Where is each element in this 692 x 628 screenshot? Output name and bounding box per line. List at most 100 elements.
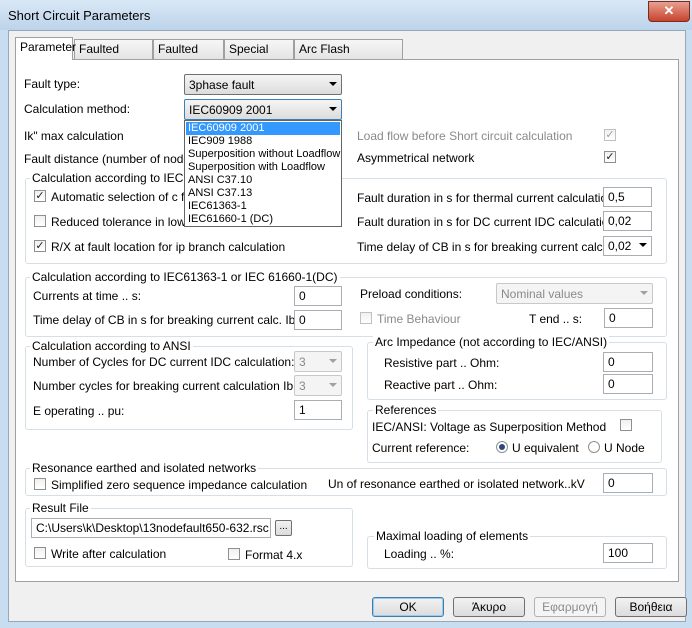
simplified-zero-seq-checkbox[interactable] — [34, 478, 46, 490]
dropdown-option-superposition-without-loadflow[interactable]: Superposition without Loadflow — [186, 148, 340, 161]
thermal-duration-input[interactable]: 0,5 — [603, 187, 652, 207]
asymmetrical-label: Asymmetrical network — [357, 151, 475, 165]
superposition-checkbox[interactable] — [620, 419, 632, 431]
resistive-label: Resistive part .. Ohm: — [384, 356, 500, 370]
reduced-tolerance-label: Reduced tolerance in low-vo — [51, 215, 203, 229]
cycles-dc-select[interactable]: 3 — [294, 351, 342, 372]
asymmetrical-checkbox[interactable]: ✓ — [604, 151, 616, 163]
chevron-down-icon — [639, 243, 647, 247]
preload-value: Nominal values — [501, 287, 584, 301]
iec61363-cb-delay-label: Time delay of CB in s for breaking curre… — [33, 313, 299, 327]
reduced-tolerance-checkbox[interactable] — [34, 215, 46, 227]
dropdown-option-iec61363-1[interactable]: IEC61363-1 — [186, 200, 340, 213]
fault-type-select[interactable]: 3phase fault — [184, 74, 342, 95]
un-resonance-label: Un of resonance earthed or isolated netw… — [328, 477, 585, 491]
arc-impedance-group-title: Arc Impedance (not according to IEC/ANSI… — [373, 335, 610, 349]
ik-max-label: Ik" max calculation — [24, 129, 124, 143]
resonance-group-title: Resonance earthed and isolated networks — [30, 461, 259, 475]
chevron-down-icon — [640, 291, 648, 295]
dropdown-option-iec909-1988[interactable]: IEC909 1988 — [186, 135, 340, 148]
dropdown-option-superposition-with-loadflow[interactable]: Superposition with Loadflow — [186, 161, 340, 174]
dc-duration-input[interactable]: 0,02 — [603, 211, 652, 231]
simplified-zero-seq-label: Simplified zero sequence impedance calcu… — [51, 478, 308, 492]
rx-fault-checkbox[interactable]: ✓ — [34, 240, 46, 252]
u-equivalent-label: U equivalent — [512, 441, 579, 455]
tab-arc-flash[interactable]: Arc Flash Calculation — [294, 39, 403, 75]
superposition-label: IEC/ANSI: Voltage as Superposition Metho… — [372, 420, 607, 434]
iec61363-cb-delay-input[interactable]: 0 — [294, 310, 342, 330]
dropdown-option-iec61660-1-dc[interactable]: IEC61660-1 (DC) — [186, 213, 340, 226]
tab-special-fault[interactable]: Special fault — [224, 39, 294, 75]
e-operating-label: E operating .. pu: — [33, 404, 125, 418]
thermal-duration-label: Fault duration in s for thermal current … — [357, 191, 618, 205]
time-behaviour-label: Time Behaviour — [377, 312, 461, 326]
ansi-group-title: Calculation according to ANSI — [30, 339, 193, 353]
fault-type-label: Fault type: — [24, 77, 81, 91]
title-bar: Short Circuit Parameters — [0, 0, 692, 30]
cycles-break-label: Number cycles for breaking current calcu… — [33, 379, 297, 393]
load-flow-checkbox[interactable]: ✓ — [604, 129, 616, 141]
ok-button[interactable]: OK — [372, 597, 444, 617]
cycles-break-select[interactable]: 3 — [294, 375, 342, 396]
currents-at-time-input[interactable]: 0 — [294, 286, 342, 306]
calc-method-dropdown-list: IEC60909 2001 IEC909 1988 Superposition … — [184, 120, 342, 227]
calc-method-label: Calculation method: — [24, 102, 131, 116]
close-button[interactable]: ✕ — [648, 1, 690, 22]
chevron-down-icon — [329, 82, 337, 86]
cb-delay-value: 0,02 — [608, 239, 632, 253]
u-node-radio[interactable] — [588, 441, 600, 453]
references-group-title: References — [373, 403, 439, 417]
u-equivalent-radio[interactable] — [496, 441, 508, 453]
time-behaviour-checkbox[interactable] — [360, 312, 372, 324]
t-end-input[interactable]: 0 — [604, 308, 653, 328]
chevron-down-icon — [329, 383, 337, 387]
t-end-label: T end .. s: — [529, 312, 583, 326]
write-after-label: Write after calculation — [51, 547, 167, 561]
cb-delay-label: Time delay of CB in s for breaking curre… — [357, 240, 623, 254]
preload-label: Preload conditions: — [360, 287, 463, 301]
rx-fault-label: R/X at fault location for ip branch calc… — [51, 240, 286, 254]
max-loading-group-title: Maximal loading of elements — [374, 529, 531, 543]
un-resonance-input[interactable]: 0 — [603, 473, 653, 493]
tab-faulted-nodes[interactable]: Faulted nodes — [74, 39, 153, 75]
cb-delay-select[interactable]: 0,02 — [603, 236, 652, 256]
apply-button[interactable]: Εφαρμογή — [534, 597, 606, 617]
resistive-input[interactable]: 0 — [603, 352, 653, 372]
dropdown-option-ansi-c37-13[interactable]: ANSI C37.13 — [186, 187, 340, 200]
browse-button[interactable]: ... — [275, 520, 292, 536]
format-4x-checkbox[interactable] — [228, 548, 240, 560]
dropdown-option-iec60909-2001[interactable]: IEC60909 2001 — [186, 122, 340, 135]
chevron-down-icon — [329, 107, 337, 111]
reactive-label: Reactive part .. Ohm: — [384, 378, 498, 392]
references-group — [367, 410, 662, 463]
write-after-checkbox[interactable] — [34, 547, 46, 559]
load-flow-label: Load flow before Short circuit calculati… — [357, 129, 573, 143]
cycles-dc-label: Number of Cycles for DC current IDC calc… — [33, 355, 295, 369]
currents-at-time-label: Currents at time .. s: — [33, 289, 142, 303]
loading-label: Loading .. %: — [384, 547, 455, 561]
format-4x-label: Format 4.x — [245, 548, 303, 562]
dialog-window: Short Circuit Parameters ✕ Parameter Fau… — [0, 0, 692, 628]
calc-method-select[interactable]: IEC60909 2001 — [184, 99, 342, 120]
loading-input[interactable]: 100 — [603, 543, 653, 563]
result-file-path-input[interactable]: C:\Users\k\Desktop\13nodefault650-632.rs… — [31, 518, 271, 538]
window-title: Short Circuit Parameters — [8, 8, 151, 23]
iec60909-group-title: Calculation according to IEC609 — [30, 171, 206, 185]
cycles-break-value: 3 — [299, 379, 306, 393]
cycles-dc-value: 3 — [299, 355, 306, 369]
result-file-group-title: Result File — [30, 501, 91, 515]
fault-type-value: 3phase fault — [189, 78, 255, 92]
tab-parameter[interactable]: Parameter — [15, 37, 76, 60]
e-operating-input[interactable]: 1 — [294, 400, 342, 420]
auto-c-factor-label: Automatic selection of c fact — [51, 190, 201, 204]
fault-distance-label: Fault distance (number of nodes) f — [24, 152, 207, 166]
auto-c-factor-checkbox[interactable]: ✓ — [34, 190, 46, 202]
cancel-button[interactable]: Άκυρο — [453, 597, 525, 617]
help-button[interactable]: Βοήθεια — [615, 597, 687, 617]
calc-method-value: IEC60909 2001 — [189, 103, 273, 117]
tab-faulted-lines[interactable]: Faulted lines — [153, 39, 224, 75]
preload-select[interactable]: Nominal values — [496, 283, 653, 304]
reactive-input[interactable]: 0 — [603, 374, 653, 394]
dropdown-option-ansi-c37-10[interactable]: ANSI C37.10 — [186, 174, 340, 187]
iec61363-group-title: Calculation according to IEC61363-1 or I… — [30, 270, 340, 284]
